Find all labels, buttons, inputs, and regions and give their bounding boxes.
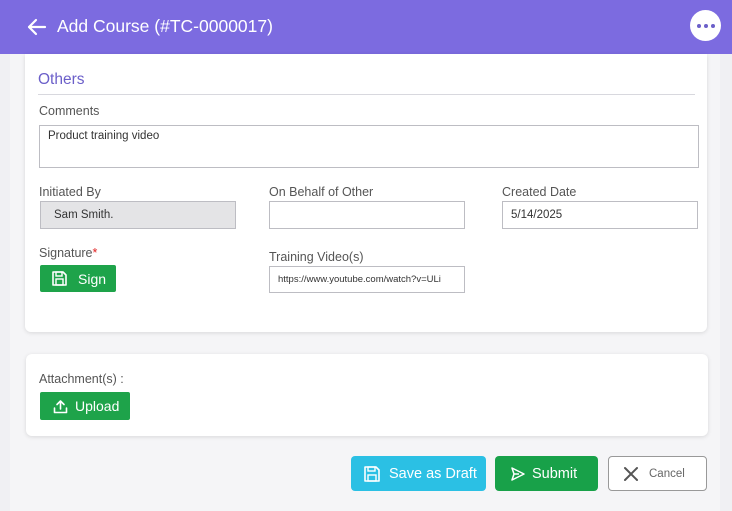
- on-behalf-input[interactable]: [269, 201, 465, 229]
- cancel-button[interactable]: Cancel: [608, 456, 707, 491]
- back-button[interactable]: [24, 15, 50, 39]
- send-icon: [511, 466, 525, 481]
- save-icon: [52, 271, 67, 286]
- training-video-label: Training Video(s): [269, 250, 364, 264]
- more-horizontal-icon: [696, 23, 701, 28]
- initiated-by-label: Initiated By: [39, 185, 101, 199]
- section-title: Others: [38, 71, 85, 88]
- upload-button[interactable]: Upload: [40, 392, 130, 420]
- save-draft-label: Save as Draft: [389, 465, 477, 482]
- arrow-left-icon: [27, 18, 47, 36]
- submit-button[interactable]: Submit: [495, 456, 598, 491]
- sign-button-label: Sign: [78, 270, 107, 287]
- comments-label: Comments: [39, 104, 100, 118]
- cancel-label: Cancel: [649, 467, 685, 480]
- others-section: Others Comments Product training video I…: [25, 54, 707, 332]
- created-date-label: Created Date: [502, 185, 577, 199]
- app-header: Add Course (#TC-0000017): [0, 0, 732, 54]
- required-marker: *: [92, 246, 98, 260]
- training-video-input[interactable]: https://www.youtube.com/watch?v=ULi: [269, 266, 465, 293]
- form-content: Others Comments Product training video I…: [10, 54, 720, 511]
- signature-label: Signature*: [39, 246, 98, 260]
- more-options-button[interactable]: [690, 10, 721, 41]
- comments-textarea[interactable]: Product training video: [39, 125, 699, 168]
- page-title: Add Course (#TC-0000017): [57, 16, 273, 36]
- created-date-input[interactable]: 5/14/2025: [502, 201, 698, 229]
- submit-label: Submit: [532, 465, 578, 482]
- close-icon: [624, 466, 638, 481]
- sign-button[interactable]: Sign: [40, 265, 116, 292]
- section-divider: [38, 94, 695, 95]
- save-icon: [364, 465, 380, 482]
- initiated-by-field: Sam Smith.: [40, 201, 236, 229]
- upload-button-label: Upload: [75, 398, 120, 414]
- on-behalf-label: On Behalf of Other: [269, 185, 374, 199]
- save-draft-button[interactable]: Save as Draft: [351, 456, 486, 491]
- upload-icon: [53, 399, 68, 413]
- attachments-label: Attachment(s) :: [39, 372, 124, 386]
- attachments-section: Attachment(s) : Upload: [26, 354, 708, 436]
